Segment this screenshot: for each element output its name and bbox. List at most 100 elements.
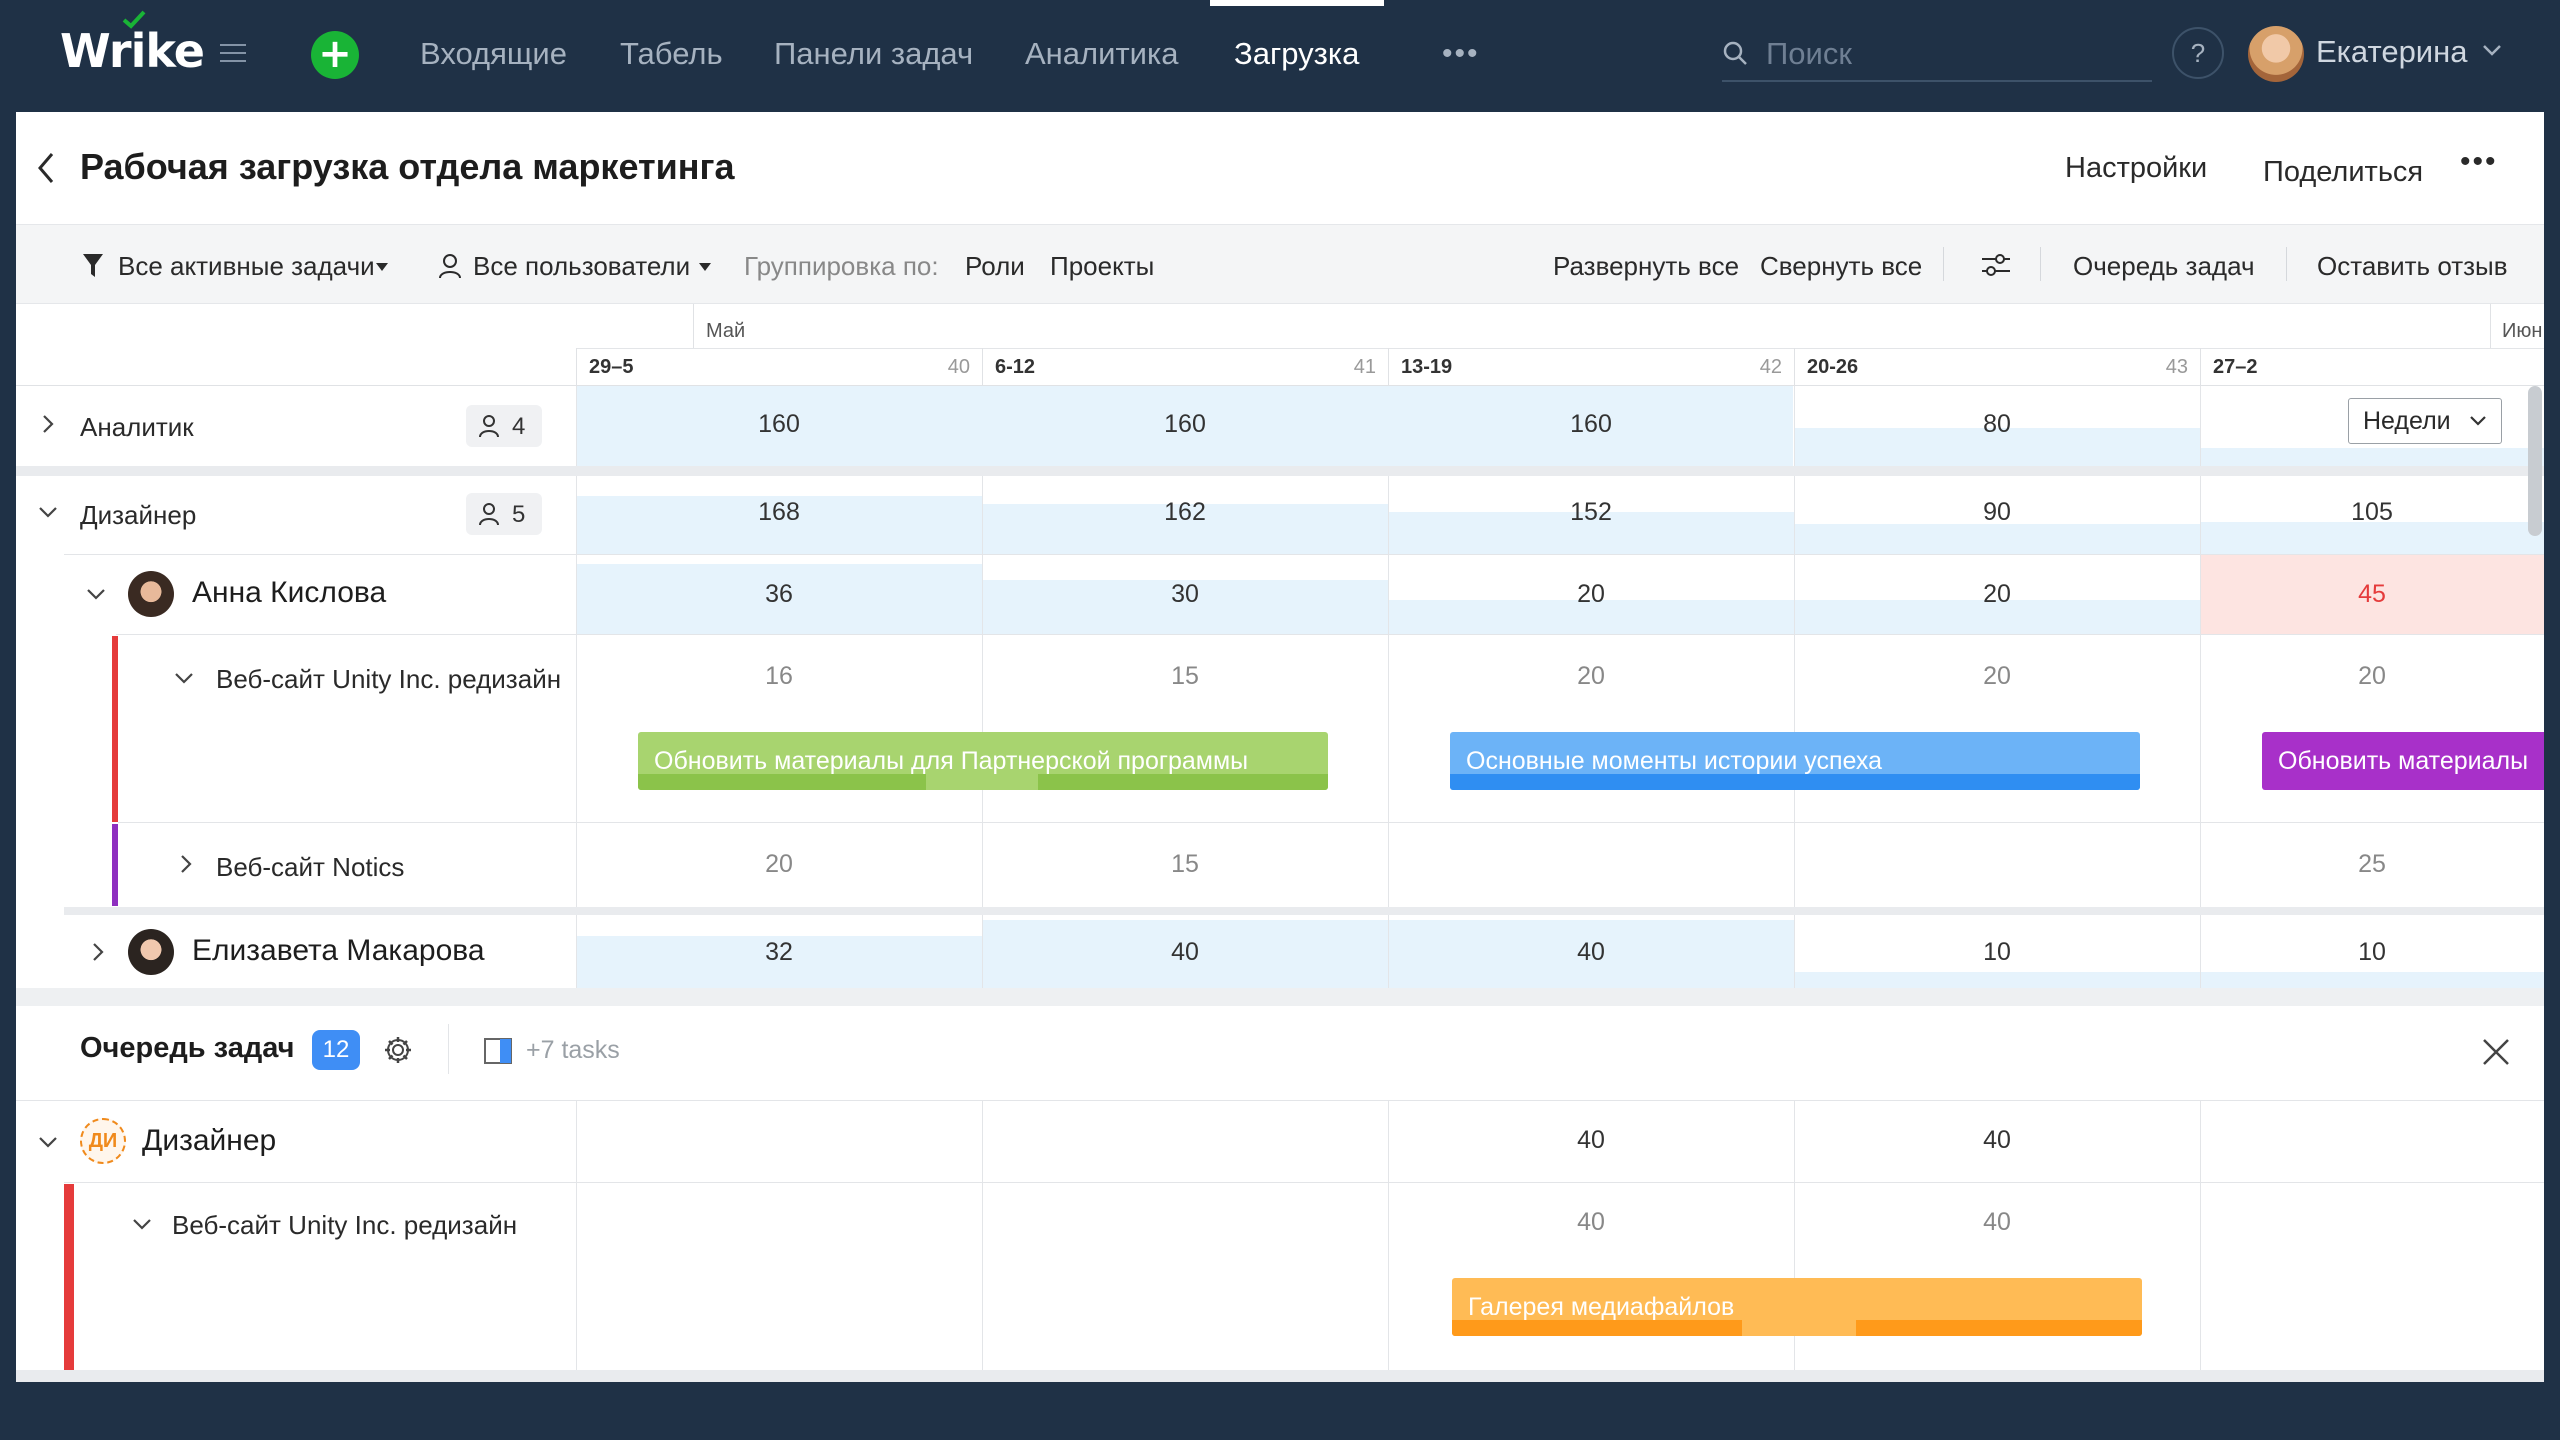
chevron-right-icon[interactable] <box>92 942 104 962</box>
workload-value[interactable]: 20 <box>1794 580 2200 609</box>
nav-inbox[interactable]: Входящие <box>420 36 567 72</box>
nav-analytics[interactable]: Аналитика <box>1025 36 1178 72</box>
chevron-down-icon[interactable] <box>86 588 106 600</box>
project-notics-label[interactable]: Веб-сайт Notics <box>216 852 404 883</box>
project-value: 25 <box>2358 850 2386 878</box>
wrike-logo[interactable]: Wrike <box>60 10 205 78</box>
task-progress <box>1452 1320 1742 1336</box>
chevron-down-icon[interactable] <box>2482 44 2502 56</box>
help-icon[interactable]: ? <box>2172 27 2224 79</box>
row-divider <box>116 634 2544 635</box>
queue-title: Очередь задач <box>80 1032 295 1064</box>
filter-tasks-dropdown[interactable]: Все активные задачи <box>118 251 375 282</box>
share-button[interactable]: Поделиться <box>2263 156 2423 189</box>
user-avatar[interactable] <box>2248 26 2304 82</box>
member-count-badge: 4 <box>466 405 542 447</box>
hamburger-icon[interactable] <box>220 44 246 66</box>
header-more-button[interactable]: ••• <box>2460 147 2498 177</box>
task-bar[interactable]: Галерея медиафайлов <box>1452 1278 2142 1336</box>
workload-value[interactable]: 160 <box>1388 410 1794 439</box>
workload-value[interactable]: 90 <box>1794 498 2200 527</box>
project-value: 20 <box>2358 662 2386 690</box>
chevron-down-icon[interactable] <box>174 672 194 684</box>
workload-value[interactable]: 162 <box>982 498 1388 527</box>
nav-dashboards[interactable]: Панели задач <box>774 36 973 72</box>
collapse-all-button[interactable]: Свернуть все <box>1760 251 1922 282</box>
workload-value[interactable]: 40 <box>1388 938 1794 967</box>
queue-role-label[interactable]: Дизайнер <box>142 1124 276 1158</box>
more-tasks-link[interactable]: +7 tasks <box>526 1036 620 1065</box>
search-input[interactable]: Поиск <box>1722 28 2152 82</box>
scale-select[interactable]: Недели <box>2348 398 2502 444</box>
workload-value[interactable]: 80 <box>1794 410 2200 439</box>
vertical-scrollbar[interactable] <box>2528 386 2542 536</box>
chevron-right-icon[interactable] <box>42 414 54 434</box>
project-color-bar <box>112 824 118 906</box>
role-designer-label[interactable]: Дизайнер <box>80 500 196 531</box>
week-column: 20-26 43 <box>1794 348 2200 386</box>
group-divider <box>64 907 2544 915</box>
workload-fill <box>1795 524 2200 554</box>
week-label: 6-12 <box>995 356 1036 378</box>
nav-workload[interactable]: Загрузка <box>1234 36 1359 72</box>
grid-line <box>982 1100 983 1370</box>
user-name[interactable]: Екатерина <box>2316 34 2468 70</box>
feedback-button[interactable]: Оставить отзыв <box>2317 251 2508 282</box>
project-unity-label[interactable]: Веб-сайт Unity Inc. редизайн <box>216 664 561 695</box>
week-label: 29–5 <box>589 356 634 378</box>
user-elizaveta-name[interactable]: Елизавета Макарова <box>192 934 485 968</box>
project-value: 20 <box>765 850 793 878</box>
workload-value[interactable]: 30 <box>982 580 1388 609</box>
queue-project-label[interactable]: Веб-сайт Unity Inc. редизайн <box>172 1210 517 1241</box>
user-anna-name[interactable]: Анна Кислова <box>192 576 386 610</box>
workload-value[interactable]: 32 <box>576 938 982 967</box>
month-label: Июн <box>2502 320 2543 342</box>
member-count-badge: 5 <box>466 493 542 535</box>
group-by-roles[interactable]: Роли <box>965 251 1025 282</box>
workload-value[interactable]: 105 <box>2200 498 2544 527</box>
toolbar-divider <box>1943 247 1944 281</box>
workload-value[interactable]: 40 <box>982 938 1388 967</box>
panel-icon[interactable] <box>484 1038 512 1064</box>
workload-value[interactable]: 20 <box>1388 580 1794 609</box>
plus-icon[interactable]: + <box>311 31 359 79</box>
expand-all-button[interactable]: Развернуть все <box>1553 251 1739 282</box>
nav-timesheet[interactable]: Табель <box>620 36 723 72</box>
chevron-right-icon[interactable] <box>180 854 192 874</box>
week-column: 13-19 42 <box>1388 348 1794 386</box>
settings-button[interactable]: Настройки <box>2065 152 2207 185</box>
task-bar[interactable]: Обновить материалы для Партнерской прогр… <box>638 732 1328 790</box>
chevron-down-icon[interactable] <box>38 506 58 518</box>
gear-icon[interactable] <box>382 1034 414 1066</box>
chevron-down-icon <box>2470 416 2486 426</box>
filter-users-dropdown[interactable]: Все пользователи <box>473 251 690 282</box>
week-column: 6-12 41 <box>982 348 1388 386</box>
workload-value-overload[interactable]: 45 <box>2200 580 2544 609</box>
project-value: 20 <box>1577 662 1605 690</box>
task-title: Обновить материалы <box>2278 747 2529 775</box>
chevron-down-icon[interactable] <box>132 1218 152 1230</box>
task-bar[interactable]: Обновить материалы <box>2262 732 2544 790</box>
group-by-projects[interactable]: Проекты <box>1050 251 1154 282</box>
workload-value[interactable]: 152 <box>1388 498 1794 527</box>
workload-value[interactable]: 10 <box>2200 938 2544 967</box>
close-icon[interactable] <box>2482 1038 2510 1066</box>
task-progress <box>1856 1320 2142 1336</box>
workload-value[interactable]: 168 <box>576 498 982 527</box>
task-queue-button[interactable]: Очередь задач <box>2073 251 2255 282</box>
week-label: 13-19 <box>1401 356 1453 378</box>
caret-down-icon <box>376 263 388 271</box>
sliders-icon[interactable] <box>1980 251 2012 279</box>
workload-value[interactable]: 10 <box>1794 938 2200 967</box>
workload-value[interactable]: 160 <box>982 410 1388 439</box>
task-bar[interactable]: Основные моменты истории успеха <box>1450 732 2140 790</box>
workload-value[interactable]: 36 <box>576 580 982 609</box>
chevron-down-icon[interactable] <box>38 1136 58 1148</box>
workload-value[interactable]: 160 <box>576 410 982 439</box>
queue-value: 40 <box>1577 1126 1605 1154</box>
back-arrow-icon[interactable] <box>36 152 56 184</box>
row-divider <box>118 822 2544 823</box>
role-analyst-label[interactable]: Аналитик <box>80 412 194 443</box>
nav-more-button[interactable]: ••• <box>1442 39 1480 69</box>
row-divider <box>64 1182 2544 1183</box>
